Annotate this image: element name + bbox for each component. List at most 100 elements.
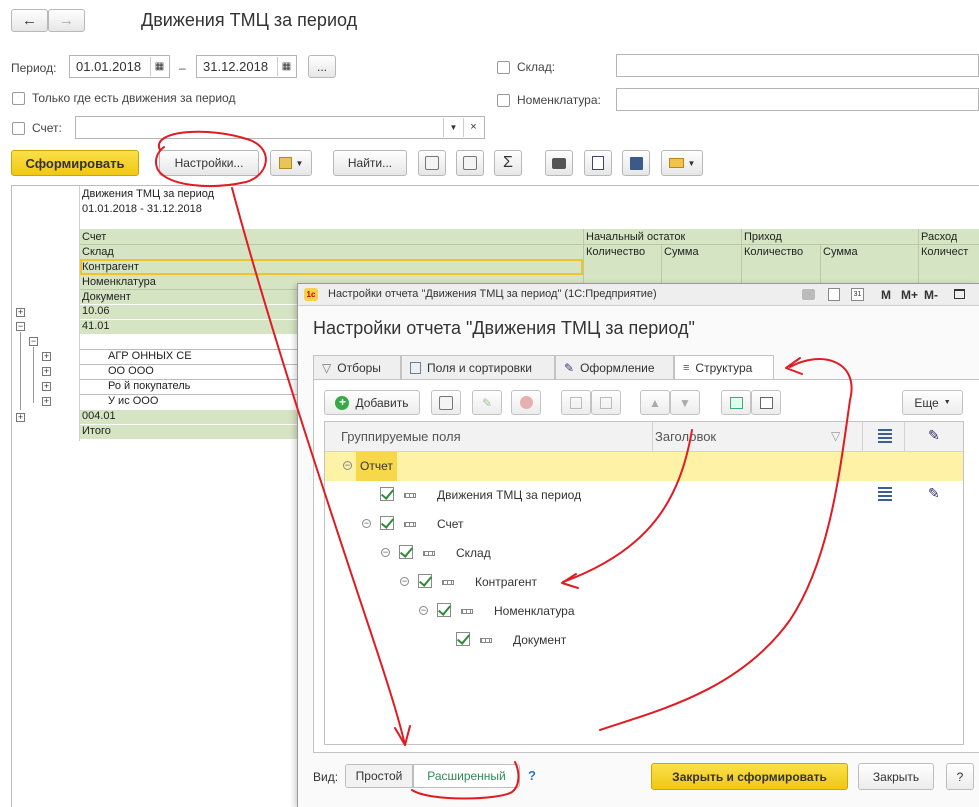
collapse-icon[interactable]: −	[381, 548, 390, 557]
view-extended-button[interactable]: Расширенный	[413, 764, 520, 788]
collapse-icon[interactable]: −	[16, 322, 25, 331]
date-dash: –	[179, 61, 186, 75]
warehouse-checkbox[interactable]	[497, 61, 510, 74]
memory-minus-button[interactable]: M-	[924, 288, 938, 302]
selected-cell[interactable]	[80, 259, 583, 275]
calculator-icon[interactable]	[828, 288, 840, 301]
add-grouping-icon	[439, 395, 453, 410]
delete-button[interactable]	[511, 390, 541, 415]
report-title: Движения ТМЦ за период	[82, 188, 215, 200]
expand-icon[interactable]: +	[42, 397, 51, 406]
col-group-expense: Расход	[921, 231, 958, 243]
tree-label-report: Отчет	[356, 452, 397, 481]
more-button[interactable]: Еще ▼	[902, 390, 963, 415]
close-generate-button[interactable]: Закрыть и сформировать	[651, 763, 848, 790]
edit-button[interactable]: ✎	[472, 390, 502, 415]
chevron-down-icon: ▼	[295, 158, 304, 168]
print-button[interactable]	[545, 150, 573, 176]
dropdown-arrow-icon[interactable]: ▼	[443, 118, 463, 137]
tab-filters[interactable]: ▽ Отборы	[313, 355, 401, 380]
tab-structure[interactable]: ≡ Структура	[674, 355, 774, 380]
calendar-icon[interactable]: ▦	[150, 57, 168, 76]
sub-col-sum: Сумма	[823, 246, 858, 258]
account-field[interactable]	[75, 116, 485, 139]
save-button[interactable]	[622, 150, 650, 176]
back-button[interactable]: ←	[11, 9, 48, 32]
tab-fields-sorting[interactable]: Поля и сортировки	[401, 355, 555, 380]
add-grouping-button[interactable]	[431, 390, 461, 415]
collapse-icon[interactable]: −	[343, 461, 352, 470]
header-row-document: Документ	[82, 291, 131, 303]
fields-column-icon[interactable]	[878, 429, 892, 443]
collapse-icon[interactable]: −	[400, 577, 409, 586]
date-to-value: 31.12.2018	[203, 59, 269, 74]
brush-icon[interactable]: ✎	[928, 427, 940, 444]
settings-button[interactable]: Настройки...	[159, 150, 259, 176]
checkbox[interactable]	[380, 516, 394, 530]
expand-icon[interactable]: +	[16, 413, 25, 422]
filter-icon[interactable]: ▽	[831, 429, 840, 443]
collapse-icon[interactable]: −	[29, 337, 38, 346]
memory-plus-button[interactable]: M+	[901, 288, 918, 302]
col-header-fields[interactable]: Группируемые поля	[341, 429, 461, 444]
calendar-icon[interactable]: ▦	[277, 57, 295, 76]
nomenclature-field[interactable]	[616, 88, 979, 111]
arrow-up-icon: ▲	[649, 395, 661, 410]
account-checkbox[interactable]	[12, 122, 25, 135]
help-icon[interactable]: ?	[528, 768, 536, 783]
table-row[interactable]	[80, 305, 297, 319]
only-movements-checkbox[interactable]	[12, 92, 25, 105]
generate-button[interactable]: Сформировать	[11, 150, 139, 176]
arrow-left-icon: ←	[22, 12, 37, 29]
expand-groups-button[interactable]	[418, 150, 446, 176]
check-all-button[interactable]	[721, 390, 751, 415]
row-divider	[80, 244, 979, 245]
warehouse-field[interactable]	[616, 54, 979, 77]
calendar-icon[interactable]: 31	[851, 288, 864, 301]
expand-icon[interactable]: +	[42, 367, 51, 376]
table-row[interactable]	[80, 320, 297, 334]
group-button[interactable]	[561, 390, 591, 415]
expand-icon[interactable]: +	[16, 308, 25, 317]
checkbox[interactable]	[437, 603, 451, 617]
tree-row-report[interactable]	[325, 452, 963, 481]
forward-button[interactable]: →	[48, 9, 85, 32]
col-divider	[583, 229, 584, 289]
checkbox[interactable]	[380, 487, 394, 501]
checkbox[interactable]	[456, 632, 470, 646]
sum-button[interactable]: Σ	[494, 150, 522, 176]
col-header-caption[interactable]: Заголовок	[655, 429, 716, 444]
period-choose-button[interactable]: ...	[308, 55, 336, 78]
fields-column-icon[interactable]	[878, 487, 892, 501]
uncheck-all-button[interactable]	[751, 390, 781, 415]
find-button[interactable]: Найти...	[333, 150, 407, 176]
send-button[interactable]: ▼	[661, 150, 703, 176]
ungroup-button[interactable]	[591, 390, 621, 415]
collapse-groups-button[interactable]	[456, 150, 484, 176]
arrow-right-icon: →	[59, 12, 74, 29]
memory-button[interactable]: M	[881, 288, 891, 302]
envelope-icon	[668, 158, 684, 168]
close-button[interactable]: Закрыть	[858, 763, 934, 790]
expand-icon[interactable]: +	[42, 352, 51, 361]
view-simple-button[interactable]: Простой	[345, 764, 413, 788]
checkbox[interactable]	[399, 545, 413, 559]
variant-menu-button[interactable]: ▼	[270, 150, 312, 176]
checkbox[interactable]	[418, 574, 432, 588]
collapse-icon[interactable]: −	[362, 519, 371, 528]
maximize-icon[interactable]	[954, 289, 965, 299]
brush-icon[interactable]: ✎	[928, 485, 940, 502]
move-down-button[interactable]: ▼	[670, 390, 700, 415]
row-total: Итого	[82, 425, 111, 437]
preview-button[interactable]	[584, 150, 612, 176]
expand-icon[interactable]: +	[42, 382, 51, 391]
tab-appearance[interactable]: ✎ Оформление	[555, 355, 674, 380]
nomenclature-checkbox[interactable]	[497, 94, 510, 107]
tree-label-nomenclature: Номенклатура	[494, 604, 575, 618]
dialog-help-button[interactable]: ?	[946, 763, 974, 790]
add-button[interactable]: + Добавить	[324, 390, 420, 415]
move-up-button[interactable]: ▲	[640, 390, 670, 415]
clear-icon[interactable]: ×	[463, 118, 483, 137]
collapse-icon[interactable]: −	[419, 606, 428, 615]
print-icon[interactable]	[802, 289, 815, 300]
